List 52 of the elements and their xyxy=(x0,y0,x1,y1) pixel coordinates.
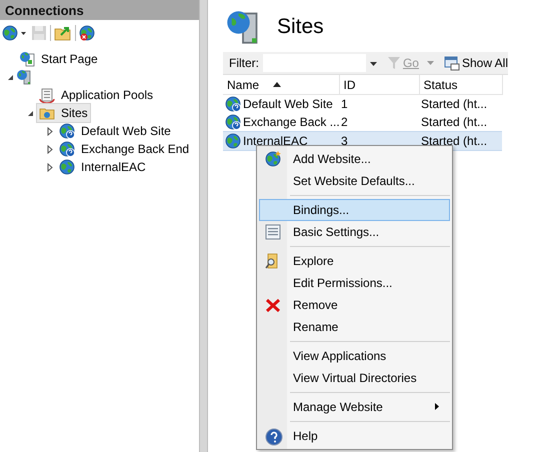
help-icon xyxy=(265,428,283,446)
settings-icon xyxy=(265,224,281,240)
globe-icon xyxy=(225,133,241,149)
table-cell: 2 xyxy=(341,115,348,129)
menu-item[interactable]: Help xyxy=(259,425,450,447)
table-cell: Started (ht... xyxy=(421,134,488,148)
disconnect-icon[interactable] xyxy=(79,25,97,41)
window-icon xyxy=(444,55,460,71)
menu-item[interactable]: Edit Permissions... xyxy=(259,272,450,294)
site-name[interactable]: InternalEAC xyxy=(225,133,337,149)
page-title: Sites xyxy=(277,15,324,39)
site-name[interactable]: Exchange Back ... xyxy=(225,114,337,130)
panel-title: Connections xyxy=(0,0,199,20)
table-cell: 1 xyxy=(341,97,348,111)
table-cell: 3 xyxy=(341,134,348,148)
globe-icon xyxy=(225,114,241,130)
globe-icon xyxy=(265,151,281,167)
site-name[interactable]: Default Web Site xyxy=(225,96,337,112)
table-cell: Started (ht... xyxy=(421,97,488,111)
server-icon xyxy=(19,51,35,67)
show-all-button[interactable]: Show All xyxy=(444,55,508,71)
tree-item[interactable]: InternalEAC xyxy=(56,157,149,177)
column-header[interactable]: Name xyxy=(223,75,339,94)
delete-icon xyxy=(265,297,281,313)
pool-icon xyxy=(39,87,55,103)
menu-item[interactable]: View Applications xyxy=(259,345,450,367)
menu-item[interactable]: Basic Settings... xyxy=(259,221,450,243)
column-header[interactable]: ID xyxy=(339,75,419,94)
menu-item[interactable]: Add Website... xyxy=(259,148,450,170)
menu-item[interactable]: View Virtual Directories xyxy=(259,367,450,389)
menu-item[interactable]: Manage Website xyxy=(259,396,450,418)
table-cell: Started (ht... xyxy=(421,115,488,129)
globe-icon xyxy=(225,96,241,112)
connect-icon[interactable] xyxy=(2,25,28,41)
column-header[interactable]: Status xyxy=(419,75,502,94)
tree-item[interactable]: Sites xyxy=(36,103,91,123)
menu-item[interactable]: Remove xyxy=(259,294,450,316)
tree-item[interactable]: Exchange Back End xyxy=(56,139,192,159)
menu-item[interactable]: Set Website Defaults... xyxy=(259,170,450,192)
menu-item[interactable]: Explore xyxy=(259,250,450,272)
filter-icon xyxy=(386,56,401,70)
tree-item[interactable]: Application Pools xyxy=(36,85,156,105)
submenu-arrow-icon xyxy=(435,403,439,410)
menu-item[interactable]: Bindings... xyxy=(259,199,450,221)
folder-icon[interactable] xyxy=(54,25,72,41)
globe-icon xyxy=(59,123,75,139)
filter-label: Filter: xyxy=(229,56,259,70)
globe-icon xyxy=(59,141,75,157)
menu-item[interactable]: Rename xyxy=(259,316,450,338)
globe-icon xyxy=(59,159,75,175)
tree-item[interactable]: Start Page xyxy=(16,49,101,69)
tree-item[interactable]: Default Web Site xyxy=(56,121,174,141)
